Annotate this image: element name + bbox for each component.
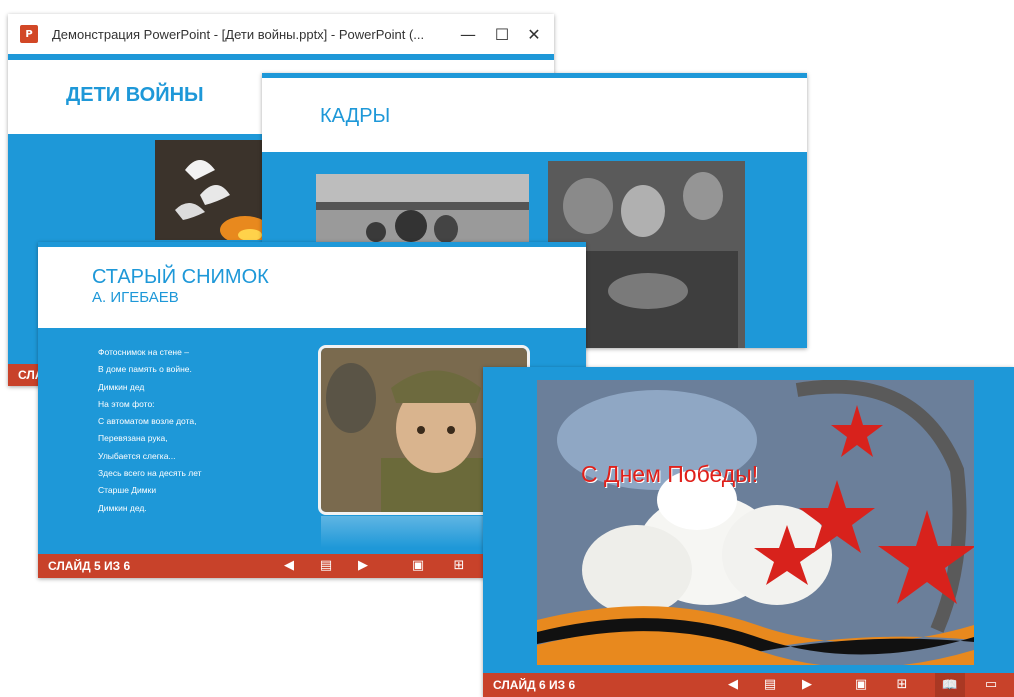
slide-sorter-icon[interactable]: ⊞: [451, 557, 467, 573]
greeting-text: С Днем Победы!: [581, 461, 759, 487]
poem-line: Здесь всего на десять лет: [98, 468, 202, 479]
previous-slide-icon[interactable]: ◀: [281, 557, 297, 573]
poem-line: Старше Димки: [98, 485, 157, 496]
poem-line: Перевязана рука,: [98, 433, 168, 444]
doves-photo: [155, 140, 267, 240]
poem-line: Фотоснимок на стене –: [98, 347, 189, 357]
doves-image: [155, 140, 267, 240]
slide-title: СТАРЫЙ СНИМОК: [92, 266, 269, 288]
normal-view-icon[interactable]: ▣: [853, 676, 869, 692]
maximize-icon[interactable]: ☐: [492, 24, 512, 44]
poem-line: Димкин дед: [98, 381, 145, 392]
poem-line: С автоматом возле дота,: [98, 416, 197, 427]
poem-line: Улыбается слегка...: [98, 450, 176, 461]
slide-counter: СЛАЙД 6 ИЗ 6: [493, 678, 576, 692]
slide-sorter-icon[interactable]: ⊞: [894, 676, 910, 692]
slide-subtitle: А. ИГЕБАЕВ: [92, 289, 179, 306]
normal-view-icon[interactable]: ▣: [410, 557, 426, 573]
reading-view-icon[interactable]: 📖: [935, 673, 965, 697]
next-slide-icon[interactable]: ▶: [355, 557, 371, 573]
slideshow-icon[interactable]: ▭: [983, 676, 999, 692]
victory-day-image: [537, 380, 974, 665]
close-icon[interactable]: ✕: [524, 24, 544, 44]
status-bar: СЛАЙД 6 ИЗ 6 ◀ ▤ ▶ ▣ ⊞ 📖 ▭: [483, 673, 1014, 697]
powerpoint-app-icon: P: [20, 25, 38, 43]
previous-slide-icon[interactable]: ◀: [725, 676, 741, 692]
slide-window-den-pobedy: С Днем Победы! СЛАЙД 6 ИЗ 6 ◀ ▤ ▶ ▣ ⊞ 📖 …: [483, 367, 1014, 697]
slide-title: ДЕТИ ВОЙНЫ: [66, 84, 204, 106]
field-image: [316, 174, 529, 244]
slide-title: КАДРЫ: [320, 105, 391, 127]
notes-icon[interactable]: ▤: [762, 676, 778, 692]
poem-text: Фотоснимок на стене – В доме память о во…: [98, 344, 202, 517]
next-slide-icon[interactable]: ▶: [799, 676, 815, 692]
war-photo-field: [316, 174, 529, 244]
minimize-icon[interactable]: —: [458, 24, 478, 44]
poem-line: Димкин дед.: [98, 502, 147, 513]
poem-line: На этом фото:: [98, 398, 155, 409]
poem-line: В доме память о войне.: [98, 364, 192, 375]
victory-day-photo: [537, 380, 974, 665]
window-titlebar[interactable]: P Демонстрация PowerPoint - [Дети войны.…: [8, 14, 554, 54]
slide-counter: СЛАЙД 5 ИЗ 6: [48, 559, 131, 573]
notes-icon[interactable]: ▤: [318, 557, 334, 573]
window-title: Демонстрация PowerPoint - [Дети войны.pp…: [52, 26, 425, 42]
